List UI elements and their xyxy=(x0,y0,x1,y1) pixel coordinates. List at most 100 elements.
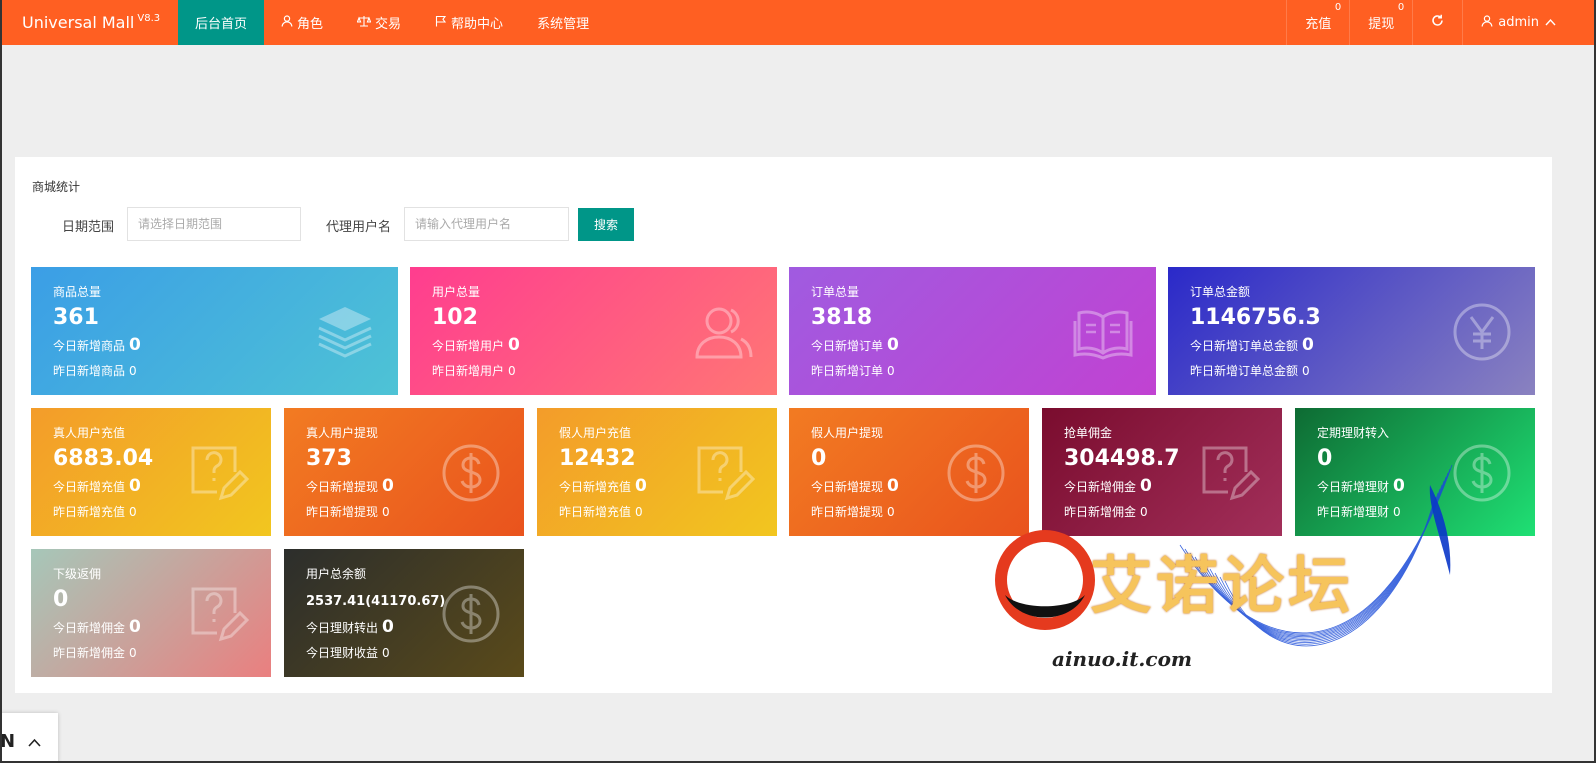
card-yesterday: 昨日新增用户 0 xyxy=(432,362,516,379)
nav-item-label: 交易 xyxy=(375,17,402,32)
card-title: 真人用户提现 xyxy=(306,426,379,440)
yen-icon xyxy=(1453,303,1511,361)
user-menu[interactable]: admin xyxy=(1462,0,1596,45)
card-yesterday-label: 昨日新增商品 xyxy=(53,364,126,378)
card-yesterday: 昨日新增充值 0 xyxy=(559,503,643,520)
nav-item-trade[interactable]: 交易 xyxy=(340,0,418,45)
card-yesterday-label: 昨日新增充值 xyxy=(559,505,632,519)
card-yesterday-label: 昨日新增订单 xyxy=(811,364,884,378)
card-yesterday-value: 0 xyxy=(382,505,390,519)
language-tab[interactable]: N xyxy=(0,713,58,763)
card-user-total[interactable]: 用户总量 102 今日新增用户 0 昨日新增用户 0 xyxy=(410,267,777,395)
dollar-icon xyxy=(442,444,500,502)
card-today-value: 0 xyxy=(129,476,141,496)
card-product-total[interactable]: 商品总量 361 今日新增商品 0 昨日新增商品 0 xyxy=(31,267,398,395)
card-real-withdraw[interactable]: 真人用户提现 373 今日新增提现 0 昨日新增提现 0 xyxy=(284,408,524,536)
nav-item-system[interactable]: 系统管理 xyxy=(520,0,606,45)
card-today-value: 0 xyxy=(887,476,899,496)
panel-title: 商城统计 xyxy=(32,180,81,194)
card-today: 今日新增提现 0 xyxy=(811,476,899,496)
card-order-amount[interactable]: 订单总金额 1146756.3 今日新增订单总金额 0 昨日新增订单总金额 0 xyxy=(1168,267,1535,395)
card-value: 0 xyxy=(1317,446,1333,471)
user-icon xyxy=(281,15,293,30)
card-title: 抢单佣金 xyxy=(1064,426,1113,440)
card-today-label: 今日新增充值 xyxy=(53,480,126,494)
filter-bar: 日期范围 代理用户名 搜索 xyxy=(15,207,1552,241)
card-yesterday: 昨日新增订单总金额 0 xyxy=(1190,362,1310,379)
brand-name: Universal Mall xyxy=(22,13,135,32)
card-fixed-finance-in[interactable]: 定期理财转入 0 今日新增理财 0 昨日新增理财 0 xyxy=(1295,408,1535,536)
card-today-value: 0 xyxy=(1393,476,1405,496)
user-name: admin xyxy=(1498,15,1539,30)
card-today-label: 今日新增理财 xyxy=(1317,480,1390,494)
card-yesterday-label: 昨日新增订单总金额 xyxy=(1190,364,1299,378)
search-button[interactable]: 搜索 xyxy=(578,208,634,241)
card-value: 102 xyxy=(432,305,478,330)
card-title: 订单总金额 xyxy=(1190,285,1251,299)
card-value: 2537.41(41170.67) xyxy=(306,594,446,609)
card-value: 361 xyxy=(53,305,99,330)
card-today: 今日新增佣金 0 xyxy=(1064,476,1152,496)
question-edit-icon xyxy=(191,446,249,501)
card-real-recharge[interactable]: 真人用户充值 6883.04 今日新增充值 0 昨日新增充值 0 xyxy=(31,408,271,536)
card-title: 下级返佣 xyxy=(53,567,102,581)
card-yesterday-label: 昨日新增提现 xyxy=(306,505,379,519)
card-title: 用户总余额 xyxy=(306,567,367,581)
withdraw-badge: 0 xyxy=(1397,2,1405,13)
date-range-input[interactable] xyxy=(127,207,301,241)
right-nav: 充值 0 提现 0 admin xyxy=(1286,0,1596,45)
withdraw-link[interactable]: 提现 0 xyxy=(1349,0,1412,45)
users-icon xyxy=(695,307,753,359)
brand-logo[interactable]: Universal Mall V8.3 xyxy=(0,0,178,45)
dollar-icon xyxy=(442,585,500,643)
card-today-label: 今日新增提现 xyxy=(306,480,379,494)
card-yesterday-value: 0 xyxy=(129,646,137,660)
dollar-icon xyxy=(1453,444,1511,502)
scale-icon xyxy=(356,15,372,30)
nav-item-dashboard[interactable]: 后台首页 xyxy=(178,0,265,45)
card-today: 今日新增用户 0 xyxy=(432,335,520,355)
card-value: 0 xyxy=(53,587,69,612)
stats-panel: 商城统计 日期范围 代理用户名 搜索 商品总量 361 今日新增商品0 昨日新增… xyxy=(15,157,1552,693)
card-today: 今日新增订单总金额 0 xyxy=(1190,335,1314,355)
card-today: 今日新增充值 0 xyxy=(559,476,647,496)
card-yesterday: 昨日新增提现 0 xyxy=(811,503,895,520)
card-today-value: 0 xyxy=(1140,476,1152,496)
card-today: 今日新增佣金 0 xyxy=(53,617,141,637)
refresh-button[interactable] xyxy=(1412,0,1462,45)
card-yesterday-value: 0 xyxy=(1302,364,1310,378)
card-fake-recharge[interactable]: 假人用户充值 12432 今日新增充值 0 昨日新增充值 0 xyxy=(537,408,777,536)
question-edit-icon xyxy=(191,587,249,642)
card-yesterday-label: 昨日新增用户 xyxy=(432,364,505,378)
card-yesterday-label: 昨日新增充值 xyxy=(53,505,126,519)
card-user-balance[interactable]: 用户总余额 2537.41(41170.67) 今日理财转出 0 今日理财收益 0 xyxy=(284,549,524,677)
card-order-total[interactable]: 订单总量 3818 今日新增订单 0 昨日新增订单 0 xyxy=(789,267,1156,395)
card-today: 今日新增充值 0 xyxy=(53,476,141,496)
flag-icon xyxy=(435,15,447,30)
recharge-link[interactable]: 充值 0 xyxy=(1286,0,1349,45)
card-value: 0 xyxy=(811,446,827,471)
nav-item-roles[interactable]: 角色 xyxy=(264,0,340,45)
card-today-label: 今日新增订单总金额 xyxy=(1190,339,1299,353)
card-today-value: 0 xyxy=(129,335,141,355)
card-today-value: 0 xyxy=(508,335,520,355)
card-grab-commission[interactable]: 抢单佣金 304498.7 今日新增佣金 0 昨日新增佣金 0 xyxy=(1042,408,1282,536)
nav-item-help[interactable]: 帮助中心 xyxy=(418,0,520,45)
nav-item-label: 后台首页 xyxy=(195,17,248,32)
card-title: 用户总量 xyxy=(432,285,481,299)
card-value: 1146756.3 xyxy=(1190,305,1321,330)
card-today-label: 今日新增充值 xyxy=(559,480,632,494)
recharge-badge: 0 xyxy=(1334,2,1342,13)
question-edit-icon xyxy=(697,446,755,501)
card-today: 今日新增商品 0 xyxy=(53,335,141,355)
card-today-value: 0 xyxy=(887,335,899,355)
agent-username-input[interactable] xyxy=(404,207,569,241)
card-yesterday: 昨日新增提现 0 xyxy=(306,503,390,520)
card-today-value: 0 xyxy=(1302,335,1314,355)
card-fake-withdraw[interactable]: 假人用户提现 0 今日新增提现 0 昨日新增提现 0 xyxy=(789,408,1029,536)
card-title: 假人用户充值 xyxy=(559,426,632,440)
agent-username-label: 代理用户名 xyxy=(326,220,392,235)
card-today-label: 今日新增提现 xyxy=(811,480,884,494)
card-sub-rebate[interactable]: 下级返佣 0 今日新增佣金 0 昨日新增佣金 0 xyxy=(31,549,271,677)
card-today-value: 0 xyxy=(635,476,647,496)
